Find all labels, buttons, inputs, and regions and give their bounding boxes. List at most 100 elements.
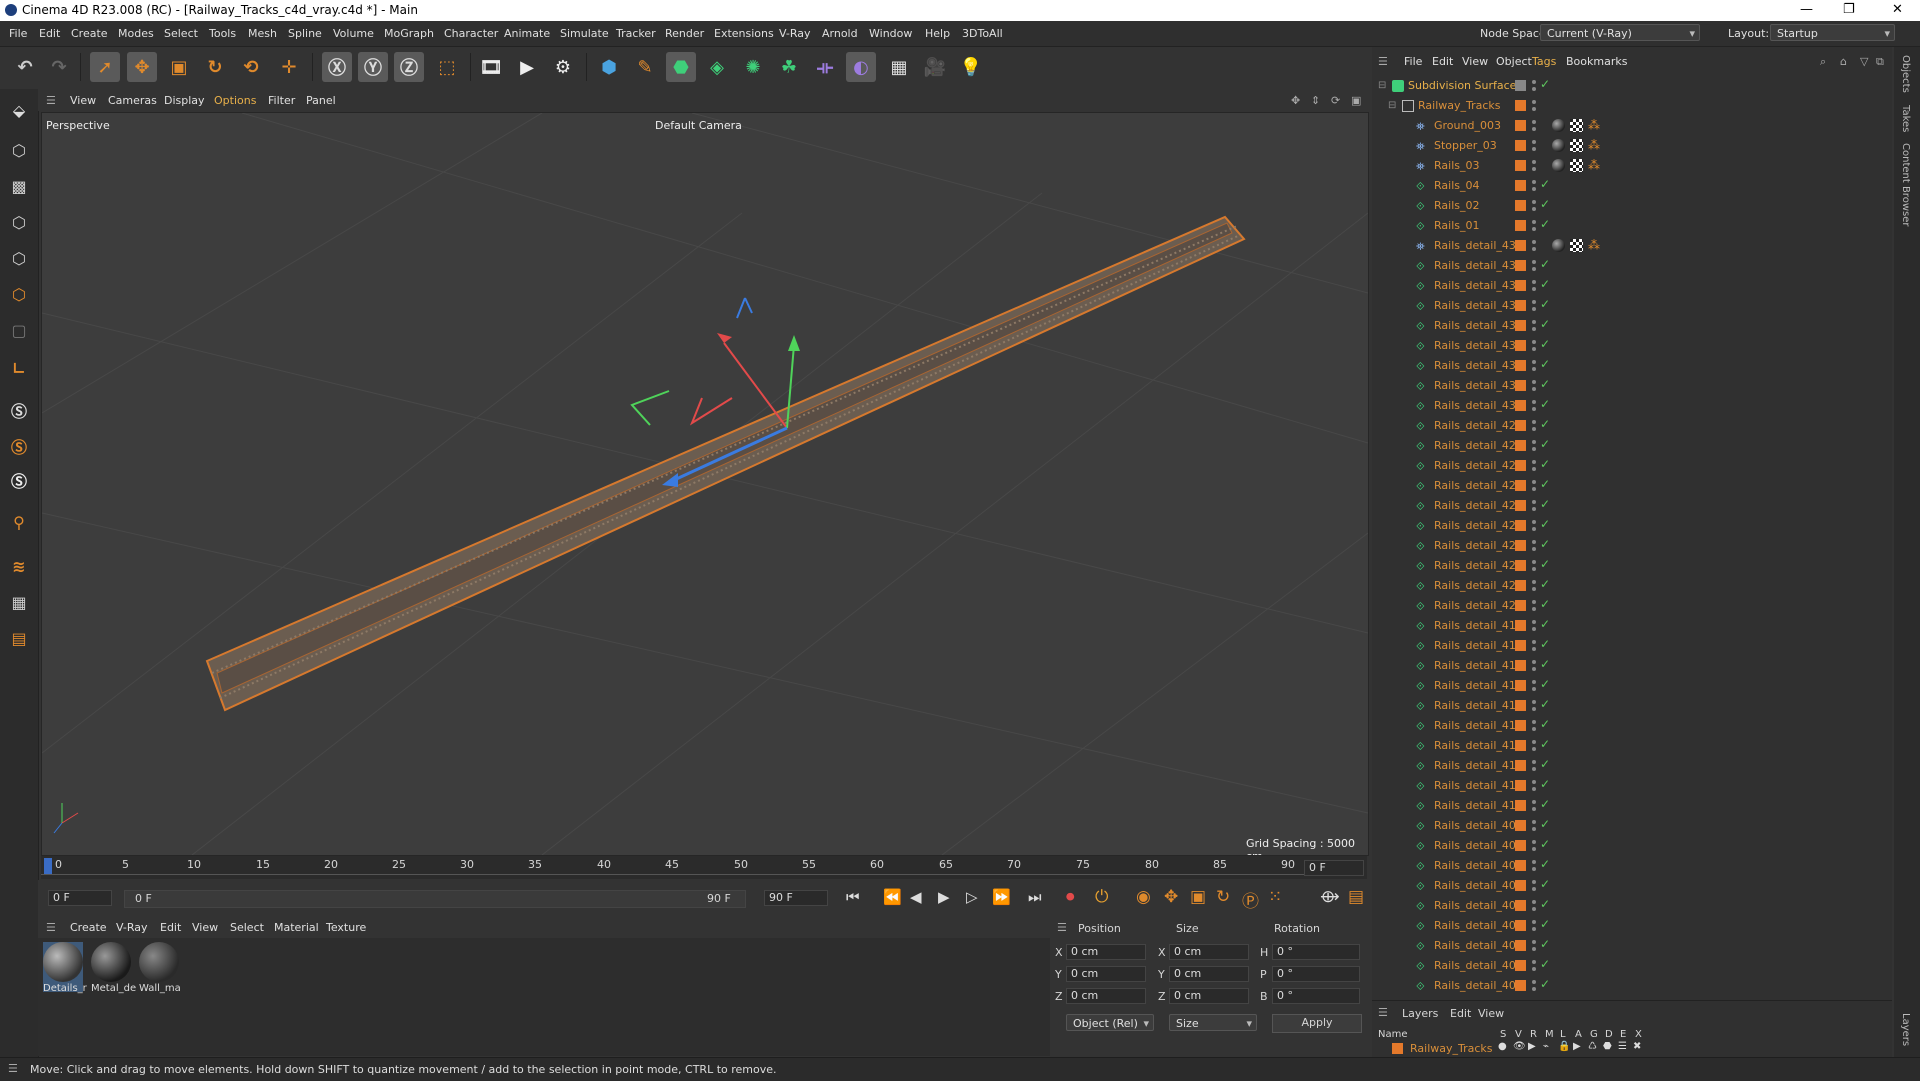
enabled-check-icon[interactable]: ✓ [1540,797,1550,811]
material-tag-icon[interactable] [1552,239,1565,252]
current-frame-field[interactable]: 0 F [1304,860,1364,876]
tab-content-browser[interactable]: Content Browser [1900,143,1911,226]
points-mode-icon[interactable]: ⬡ [4,207,34,237]
texture-mode-icon[interactable]: ▩ [4,171,34,201]
object-row[interactable]: ⟐ Rails_detail_403 ✓ [1372,936,1880,956]
psr-tool-icon[interactable]: ⟲ [236,52,266,82]
object-row[interactable]: ⟐ Rails_detail_413 ✓ [1372,736,1880,756]
viewport-menu-filter[interactable]: Filter [268,94,295,107]
layer-swatch[interactable] [1515,100,1526,111]
enabled-check-icon[interactable]: ✓ [1540,837,1550,851]
visibility-dots[interactable] [1532,639,1536,653]
uvw-tag-icon[interactable] [1570,239,1583,252]
node-space-select[interactable]: Current (V-Ray) [1540,24,1700,42]
enabled-check-icon[interactable]: ✓ [1540,597,1550,611]
viewport-menu-options[interactable]: Options [214,94,256,107]
object-row[interactable]: ⟐ Rails_04 ✓ [1372,176,1880,196]
obj-new-window-icon[interactable]: ⧉ [1876,55,1884,69]
object-row[interactable]: ⟐ Rails_detail_409 ✓ [1372,816,1880,836]
visibility-dots[interactable] [1532,679,1536,693]
menu-modes[interactable]: Modes [118,27,154,40]
mat-menu-texture[interactable]: Texture [326,921,366,934]
layer-swatch[interactable] [1515,960,1526,971]
menu-mesh[interactable]: Mesh [248,27,277,40]
rotation-b-field[interactable]: 0 ° [1272,988,1360,1004]
menu-volume[interactable]: Volume [333,27,374,40]
enabled-check-icon[interactable]: ✓ [1540,197,1550,211]
tweak-mode-icon[interactable]: ⚲ [4,507,34,537]
layer-swatch[interactable] [1515,380,1526,391]
menu-simulate[interactable]: Simulate [560,27,609,40]
visibility-dots[interactable] [1532,139,1536,153]
visibility-dots[interactable] [1532,659,1536,673]
layer-swatch[interactable] [1515,280,1526,291]
viewport-maximize-icon[interactable]: ▣ [1351,94,1361,107]
enabled-check-icon[interactable]: ✓ [1540,457,1550,471]
layer-swatch[interactable] [1515,880,1526,891]
layer-swatch[interactable] [1515,200,1526,211]
maximize-button[interactable]: ❐ [1843,2,1855,17]
layout-select[interactable]: Startup [1770,24,1895,42]
snap-icon[interactable]: Ⓢ [4,395,34,425]
visibility-dots[interactable] [1532,179,1536,193]
camera-icon[interactable]: 🎥 [920,52,950,82]
object-row[interactable]: ⟐ Rails_detail_401 ✓ [1372,976,1880,996]
go-to-end-icon[interactable]: ⏭ [1028,888,1042,906]
extrude-generator-icon[interactable]: ◈ [702,52,732,82]
bend-deformer-icon[interactable]: ⟛ [810,52,840,82]
planar-workplane-icon[interactable]: ▤ [4,623,34,653]
obj-search-icon[interactable]: ⌕ [1820,55,1826,69]
3d-viewport[interactable]: Perspective Default Camera Grid Spacing … [41,112,1369,856]
visibility-dots[interactable] [1532,919,1536,933]
visibility-dots[interactable] [1532,599,1536,613]
visibility-dots[interactable] [1532,259,1536,273]
layer-swatch[interactable] [1515,840,1526,851]
z-axis-lock-icon[interactable]: Ⓩ [394,52,424,82]
rotation-h-field[interactable]: 0 ° [1272,944,1360,960]
material-tag-icon[interactable] [1552,119,1565,132]
enabled-check-icon[interactable]: ✓ [1540,617,1550,631]
layer-swatch[interactable] [1515,520,1526,531]
object-row[interactable]: ⟐ Rails_detail_422 ✓ [1372,556,1880,576]
end-frame-field[interactable]: 90 F [764,890,828,906]
workplane-snap-icon[interactable]: Ⓢ [4,465,34,495]
visibility-dots[interactable] [1532,859,1536,873]
visibility-dots[interactable] [1532,419,1536,433]
enabled-check-icon[interactable]: ✓ [1540,817,1550,831]
menu-3dtoall[interactable]: 3DToAll [962,27,1003,40]
visibility-dots[interactable] [1532,279,1536,293]
coordinate-mode-select[interactable]: Object (Rel) [1066,1014,1154,1032]
enabled-check-icon[interactable]: ✓ [1540,917,1550,931]
enabled-check-icon[interactable]: ✓ [1540,177,1550,191]
visibility-dots[interactable] [1532,759,1536,773]
enabled-check-icon[interactable]: ✓ [1540,757,1550,771]
timeline-playhead[interactable] [44,858,52,874]
layer-swatch[interactable] [1515,720,1526,731]
render-view-icon[interactable]: 🎞 [476,52,506,82]
enabled-check-icon[interactable]: ✓ [1540,717,1550,731]
range-slider[interactable]: 0 F 90 F [124,890,746,908]
enabled-check-icon[interactable]: ✓ [1540,577,1550,591]
rotate-tool-icon[interactable]: ↻ [200,52,230,82]
visibility-dots[interactable] [1532,799,1536,813]
object-row[interactable]: ⟐ Rails_detail_437 ✓ [1372,256,1880,276]
object-row[interactable]: ⟐ Rails_detail_425 ✓ [1372,496,1880,516]
previous-key-icon[interactable]: ⏪ [883,888,902,906]
mat-menu-edit[interactable]: Edit [160,921,181,934]
menu-tools[interactable]: Tools [209,27,236,40]
menu-file[interactable]: File [9,27,27,40]
floor-scene-icon[interactable]: ▦ [884,52,914,82]
enabled-check-icon[interactable]: ✓ [1540,337,1550,351]
visibility-dots[interactable] [1532,699,1536,713]
make-editable-icon[interactable]: ⬙ [4,95,34,125]
visibility-dots[interactable] [1532,479,1536,493]
object-row[interactable]: ⟐ Rails_detail_414 ✓ [1372,716,1880,736]
enabled-check-icon[interactable]: ✓ [1540,957,1550,971]
menu-render[interactable]: Render [665,27,704,40]
layers-menu-view[interactable]: View [1478,1007,1504,1020]
visibility-dots[interactable] [1532,619,1536,633]
menu-extensions[interactable]: Extensions [714,27,774,40]
object-row[interactable]: ⟐ Rails_detail_432 ✓ [1372,356,1880,376]
coords-panel-menu-icon[interactable]: ☰ [1057,921,1067,934]
collapse-icon[interactable]: ⊟ [1388,100,1400,112]
